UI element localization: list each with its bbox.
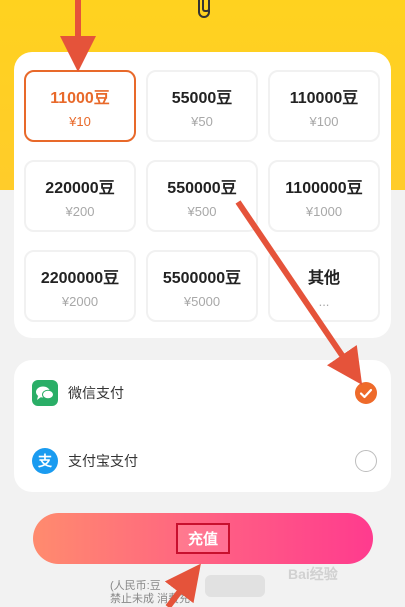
package-price: ... [318,293,330,309]
radio-wechat-checked[interactable] [355,382,377,404]
charge-button[interactable]: 充值 [33,513,373,564]
wechat-pay-icon [32,380,58,406]
paperclip-icon [198,0,210,18]
package-tile-220000[interactable]: 220000豆 ¥200 [24,160,136,232]
notes-line-2: 禁止未成 消费充 [110,593,191,605]
package-amount: 55000豆 [171,89,233,107]
package-price: ¥500 [187,203,217,219]
check-icon [359,388,373,399]
package-price: ¥2000 [61,293,99,309]
package-amount: 5500000豆 [162,269,242,287]
package-amount: 1100000豆 [285,179,363,197]
svg-text:支: 支 [37,453,53,470]
recharge-notes: (人民币:豆 禁止未成 消费充 [110,580,310,606]
notes-line-1: (人民币:豆 [110,580,161,592]
package-tile-55000[interactable]: 55000豆 ¥50 [146,70,258,142]
package-amount: 2200000豆 [40,269,120,287]
payment-label-alipay: 支付宝支付 [68,453,138,469]
package-tile-2200000[interactable]: 2200000豆 ¥2000 [24,250,136,322]
package-amount: 220000豆 [45,179,115,197]
payment-option-wechat[interactable]: 微信支付 [14,368,391,418]
package-amount: 其他 [307,269,340,287]
package-price: ¥1000 [305,203,343,219]
package-price: ¥50 [191,113,213,129]
alipay-icon: 支 [32,448,58,474]
package-amount: 550000豆 [167,179,237,197]
baidu-watermark: Bai经验 [288,566,338,582]
package-price: ¥10 [69,113,91,129]
radio-alipay[interactable] [355,450,377,472]
package-price: ¥5000 [183,293,221,309]
package-grid-card: 11000豆 ¥10 55000豆 ¥50 110000豆 ¥100 22000… [14,52,391,338]
package-tile-11000[interactable]: 11000豆 ¥10 [24,70,136,142]
charge-button-label: 充值 [175,523,230,554]
package-tile-5500000[interactable]: 5500000豆 ¥5000 [146,250,258,322]
package-tile-other[interactable]: 其他 ... [268,250,380,322]
package-amount: 110000豆 [289,89,359,107]
payment-method-card: 微信支付 支 支付宝支付 [14,360,391,492]
package-tile-550000[interactable]: 550000豆 ¥500 [146,160,258,232]
payment-option-alipay[interactable]: 支 支付宝支付 [14,436,391,486]
payment-label-wechat: 微信支付 [68,385,124,401]
package-tile-1100000[interactable]: 1100000豆 ¥1000 [268,160,380,232]
package-price: ¥100 [309,113,339,129]
package-amount: 11000豆 [50,89,110,107]
package-price: ¥200 [65,203,95,219]
package-tile-110000[interactable]: 110000豆 ¥100 [268,70,380,142]
